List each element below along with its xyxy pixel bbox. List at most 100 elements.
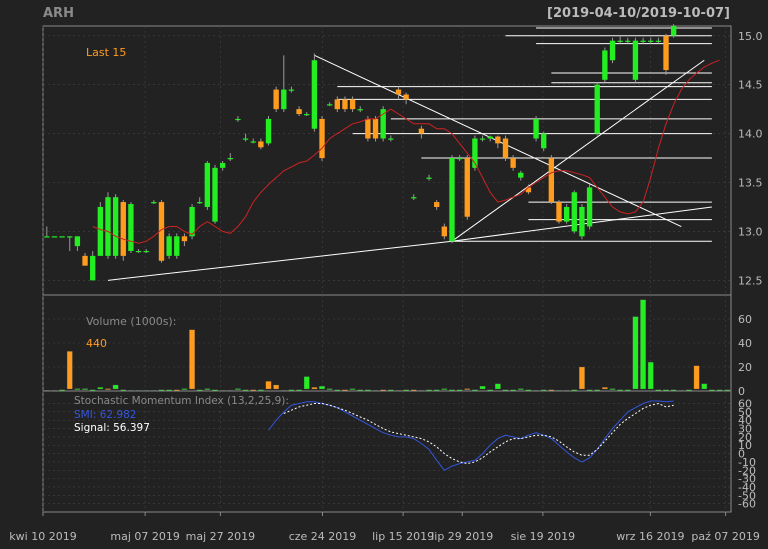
candle-up [51,236,58,238]
x-axis-tick-label: maj 07 2019 [110,530,180,543]
candle-down [502,138,509,159]
price-panel-frame [42,25,732,296]
candle-up [518,172,524,178]
volume-bar-up [74,388,81,390]
x-axis-tick-label: sie 19 2019 [511,530,576,543]
volume-bar-up [441,388,448,390]
x-axis-tick-label: lip 29 2019 [431,530,493,543]
x-axis-tick-label: wrz 16 2019 [616,530,684,543]
price-axis-tick-label: 15.0 [738,30,763,43]
volume-last-value: 440 [86,337,107,350]
candle-up [533,118,539,139]
price-axis-tick-label: 14.0 [738,128,763,141]
volume-bar-up [495,383,501,390]
price-axis-tick-label: 14.5 [738,79,763,92]
candle-up [648,40,654,42]
x-axis-tick-label: paź 07 2019 [691,530,759,543]
candle-up [97,206,104,256]
volume-bar-up [349,388,356,390]
candle-up [242,138,249,140]
candle-down [510,158,516,168]
candle-down [372,118,379,139]
price-axis-tick-label: 13.0 [738,225,763,238]
price-panel-label: Last 15 [86,46,126,59]
oscillator-panel-label: Stochastic Momentum Index (13,2,25,9): [74,395,289,407]
candle-up [357,109,363,111]
candle-up [288,89,295,91]
candle-up [59,236,65,238]
candle-down [418,128,425,134]
volume-panel-frame [42,294,732,392]
candle-down [181,236,188,242]
x-axis-tick-label: kwi 10 2019 [9,530,76,543]
candle-up [670,26,677,36]
volume-bar-up [701,383,708,390]
volume-bar-up [517,388,524,390]
candle-up [655,40,662,42]
candle-up [594,84,600,134]
price-panel: 12.5 13.0 13.5 14.0 14.5 15.0 Last 15 [42,24,763,296]
candle-down [556,202,562,222]
price-axis-tick-label: 13.5 [738,177,763,190]
volume-bar-up [97,387,104,390]
volume-bar-up [181,388,188,390]
candle-up [586,187,593,227]
volume-bar-up [319,386,325,390]
candle-down [258,141,264,148]
volume-bar-down [311,387,318,390]
volume-bar-up [632,316,639,390]
candle-up [143,250,149,253]
volume-axis-tick-label: 60 [738,313,752,326]
candle-up [227,158,233,160]
candle-down [296,109,302,115]
candle-down [342,99,348,110]
candle-up [204,162,211,207]
candle-up [563,206,570,222]
candle-down [334,99,340,110]
candle-up [235,118,241,121]
candle-up [74,236,81,247]
candle-up [541,133,547,149]
candle-up [571,192,577,232]
volume-bar-down [189,329,195,390]
candle-up [112,197,119,256]
candle-up [609,40,616,61]
candle-down [464,158,470,217]
candle-up [411,197,417,199]
candle-up [219,162,226,168]
candle-up [479,138,486,140]
candle-up [174,236,180,256]
candle-up [135,250,142,253]
volume-bar-up [303,376,310,390]
candle-up [166,236,172,256]
volume-bar-down [579,366,585,390]
oscillator-panel-frame [42,390,732,513]
volume-bar-down [66,351,73,390]
volume-bar-up [647,362,654,390]
volume-bar-up [204,388,211,390]
candle-up [105,197,111,256]
financial-chart: 12.5 13.0 13.5 14.0 14.5 15.0 Last 15 0 20 40 60 V… [9,24,763,543]
oscillator-panel: -60-50-40-30-20-100102030405060Stochasti… [42,390,756,513]
candle-up [426,177,432,179]
volume-axis-tick-label: 20 [738,361,752,374]
candle-up [602,50,608,80]
candle-down [441,226,448,237]
candle-up [326,104,333,106]
candle-up [281,89,287,110]
volume-bar-up [235,388,241,390]
candle-down [548,158,555,203]
candle-down [495,136,501,144]
candle-up [90,255,96,281]
candle-up [212,167,218,222]
candle-up [250,141,256,143]
volume-panel-label: Volume (1000s): [86,315,176,328]
volume-bar-down [105,388,111,390]
candle-up [456,158,463,160]
x-axis-tick-label: maj 27 2019 [186,530,256,543]
candle-up [44,236,50,238]
volume-bar-up [640,299,646,390]
volume-axis-tick-label: 40 [738,337,752,350]
candle-down [349,99,356,110]
volume-bar-up [82,388,88,390]
